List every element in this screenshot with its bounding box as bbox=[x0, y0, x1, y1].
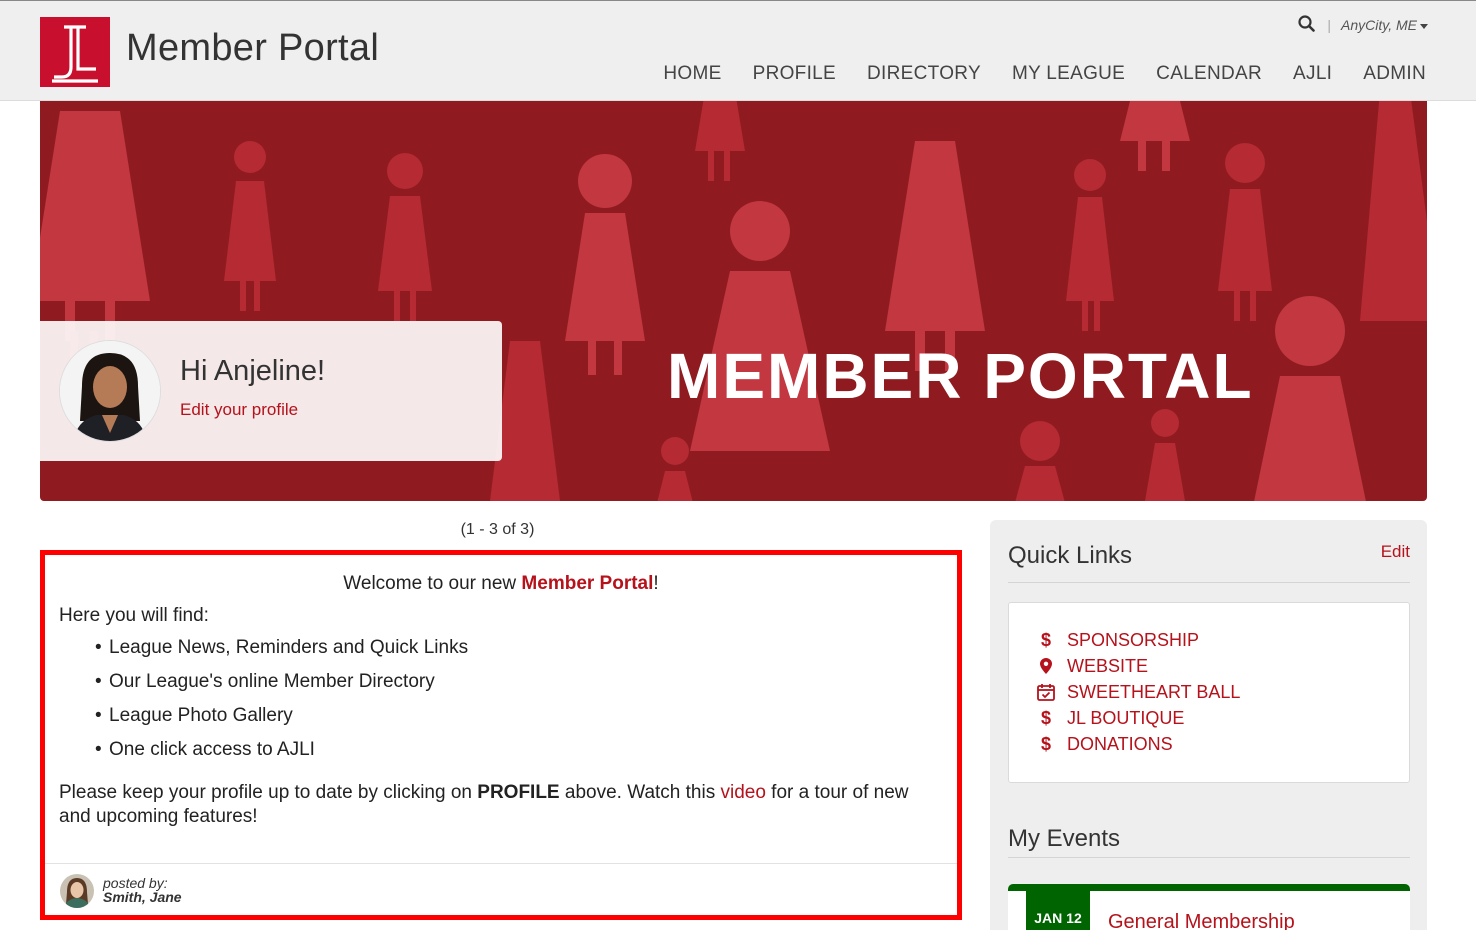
divider: | bbox=[1327, 17, 1332, 33]
nav-profile[interactable]: PROFILE bbox=[753, 63, 836, 85]
quick-links-edit-link[interactable]: Edit bbox=[1381, 542, 1410, 562]
nav-ajli[interactable]: AJLI bbox=[1293, 63, 1332, 85]
para-bold: PROFILE bbox=[477, 782, 560, 803]
avatar[interactable] bbox=[60, 341, 160, 441]
event-name-link[interactable]: General Membership bbox=[1108, 911, 1295, 930]
announcement-body: Welcome to our new Member Portal! Here y… bbox=[59, 573, 943, 829]
para-text-1: Please keep your profile up to date by c… bbox=[59, 782, 478, 803]
video-link[interactable]: video bbox=[720, 782, 765, 803]
quick-links-box: $ SPONSORSHIP WEBSITE SWEETHEART BALL $ … bbox=[1008, 602, 1410, 783]
welcome-heading: Welcome to our new Member Portal! bbox=[59, 573, 943, 595]
quick-link-jl-boutique[interactable]: $ JL BOUTIQUE bbox=[1035, 705, 1240, 731]
map-pin-icon bbox=[1035, 658, 1057, 674]
event-card[interactable]: JAN 12 General Membership bbox=[1008, 884, 1410, 930]
site-title[interactable]: Member Portal bbox=[126, 27, 379, 70]
greeting-text: Hi Anjeline! bbox=[180, 355, 326, 387]
quick-link-sweetheart-ball[interactable]: SWEETHEART BALL bbox=[1035, 679, 1240, 705]
divider bbox=[1008, 582, 1410, 583]
list-item: Our League's online Member Directory bbox=[95, 671, 943, 693]
greeting-card: Hi Anjeline! Edit your profile bbox=[40, 321, 502, 461]
calendar-check-icon bbox=[1035, 683, 1057, 701]
list-item: One click access to AJLI bbox=[95, 739, 943, 761]
pager-count: (1 - 3 of 3) bbox=[460, 521, 535, 538]
edit-profile-link[interactable]: Edit your profile bbox=[180, 400, 298, 420]
nav-admin[interactable]: ADMIN bbox=[1363, 63, 1426, 85]
welcome-pre: Welcome to our new bbox=[343, 573, 522, 594]
profile-reminder: Please keep your profile up to date by c… bbox=[59, 781, 943, 829]
welcome-brand: Member Portal bbox=[521, 573, 654, 594]
jl-logo-icon[interactable] bbox=[40, 17, 110, 87]
hero-title: MEMBER PORTAL bbox=[667, 340, 1254, 412]
nav-home[interactable]: HOME bbox=[663, 63, 721, 85]
main-nav: HOME PROFILE DIRECTORY MY LEAGUE CALENDA… bbox=[663, 63, 1426, 85]
utility-bar: | AnyCity, ME bbox=[1298, 15, 1428, 35]
list-item: League News, Reminders and Quick Links bbox=[95, 637, 943, 659]
posted-by-label: posted by: bbox=[103, 875, 168, 891]
search-icon[interactable] bbox=[1298, 15, 1316, 35]
quick-link-donations[interactable]: $ DONATIONS bbox=[1035, 731, 1240, 757]
nav-directory[interactable]: DIRECTORY bbox=[867, 63, 981, 85]
poster-avatar[interactable] bbox=[60, 874, 94, 908]
quick-link-label: WEBSITE bbox=[1067, 655, 1149, 676]
divider bbox=[1008, 857, 1410, 858]
find-intro: Here you will find: bbox=[59, 605, 209, 626]
my-events-title: My Events bbox=[1008, 825, 1121, 852]
dollar-icon: $ bbox=[1040, 733, 1051, 754]
site-header: Member Portal | AnyCity, ME HOME PROFILE… bbox=[0, 0, 1476, 101]
para-text-2: above. Watch this bbox=[559, 782, 721, 803]
quick-link-label: DONATIONS bbox=[1067, 733, 1173, 754]
quick-link-sponsorship[interactable]: $ SPONSORSHIP bbox=[1035, 627, 1240, 653]
posted-by-name: Smith, Jane bbox=[103, 889, 182, 905]
list-item: League Photo Gallery bbox=[95, 705, 943, 727]
quick-links-list: $ SPONSORSHIP WEBSITE SWEETHEART BALL $ … bbox=[1035, 627, 1240, 757]
quick-link-label: SPONSORSHIP bbox=[1067, 629, 1200, 650]
quick-link-website[interactable]: WEBSITE bbox=[1035, 653, 1240, 679]
quick-links-title: Quick Links bbox=[1008, 542, 1133, 569]
location-label: AnyCity, ME bbox=[1341, 17, 1417, 33]
announcement-card: Welcome to our new Member Portal! Here y… bbox=[40, 550, 962, 920]
chevron-down-icon bbox=[1420, 23, 1428, 29]
nav-calendar[interactable]: CALENDAR bbox=[1156, 63, 1262, 85]
event-date-badge: JAN 12 bbox=[1026, 890, 1090, 930]
quick-link-label: JL BOUTIQUE bbox=[1067, 707, 1185, 728]
welcome-post: ! bbox=[653, 573, 659, 594]
location-dropdown[interactable]: AnyCity, ME bbox=[1341, 17, 1428, 33]
post-footer: posted by: Smith, Jane bbox=[45, 863, 957, 915]
dollar-icon: $ bbox=[1040, 707, 1051, 728]
dollar-icon: $ bbox=[1040, 629, 1051, 650]
sidebar: Quick Links Edit $ SPONSORSHIP WEBSITE S… bbox=[990, 520, 1427, 930]
nav-my-league[interactable]: MY LEAGUE bbox=[1012, 63, 1125, 85]
quick-link-label: SWEETHEART BALL bbox=[1067, 681, 1241, 702]
feature-list: League News, Reminders and Quick Links O… bbox=[95, 637, 943, 761]
